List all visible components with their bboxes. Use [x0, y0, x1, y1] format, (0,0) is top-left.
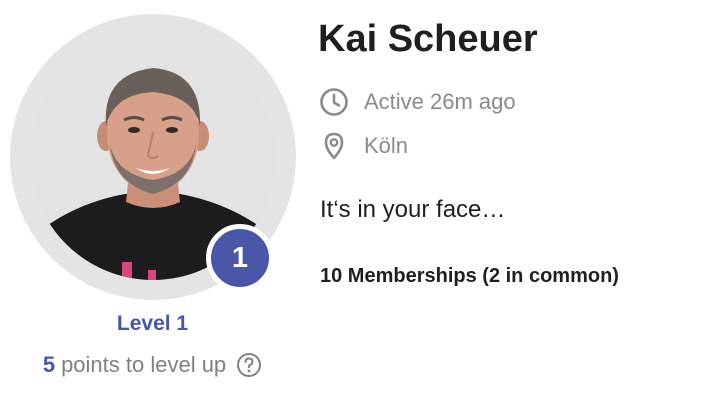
location-pin-icon: [318, 130, 350, 162]
level-badge-number: 1: [231, 241, 249, 274]
profile-name: Kai Scheuer: [318, 18, 538, 60]
points-value: 5: [42, 352, 56, 377]
clock-icon: [318, 86, 350, 118]
memberships-link[interactable]: 10 Memberships (2 in common): [320, 265, 619, 288]
points-text: points to level up: [61, 352, 227, 377]
level-label: Level 1: [116, 312, 189, 335]
active-status-text: Active 26m ago: [364, 89, 516, 114]
location-text: Köln: [364, 133, 409, 158]
level-badge: 1: [206, 224, 274, 292]
location: Köln: [318, 130, 408, 162]
points-to-level-up: 5 points to level up: [0, 352, 305, 378]
profile-tagline: It‘s in your face…: [320, 196, 506, 223]
question-circle-icon[interactable]: [236, 352, 262, 378]
active-status: Active 26m ago: [318, 86, 516, 118]
profile-card: 1 Level 1 5 points to level up Kai Scheu…: [0, 0, 720, 404]
